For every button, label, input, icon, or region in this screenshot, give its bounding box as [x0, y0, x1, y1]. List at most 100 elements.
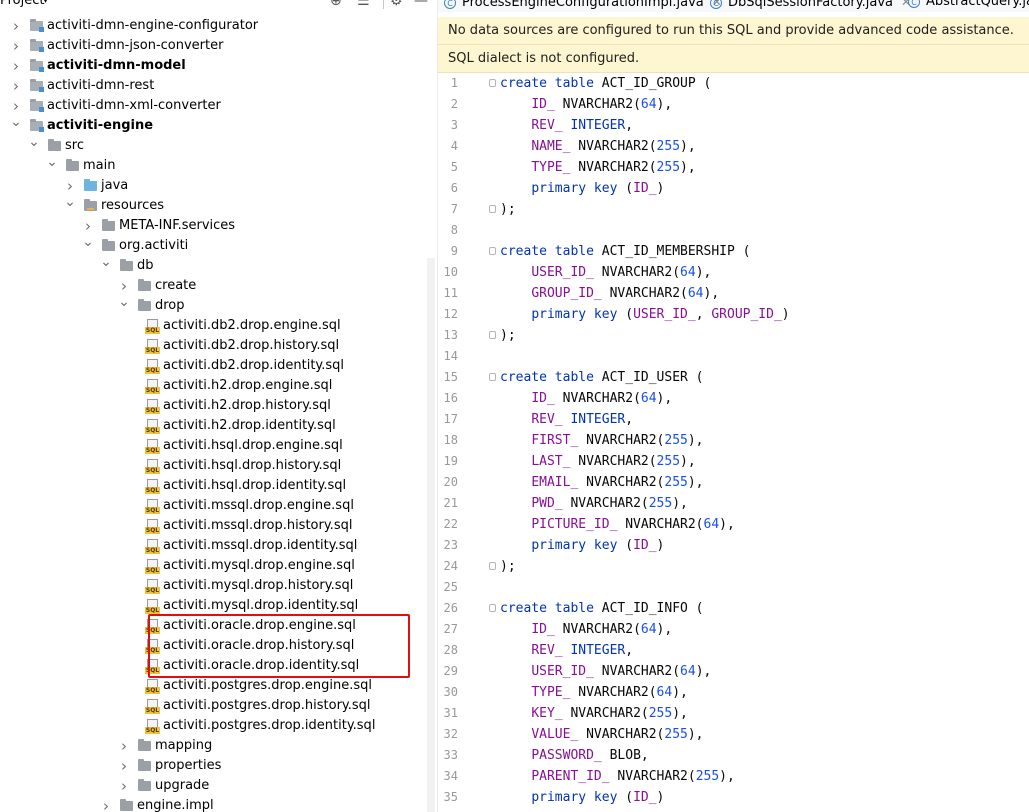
sql-keyword: primary key	[531, 307, 618, 322]
chevron-down-icon[interactable]: ⌄	[118, 295, 130, 316]
tree-folder-item[interactable]: ⌄ org.activiti	[0, 235, 436, 256]
tree-folder-item[interactable]: › engine.impl	[0, 796, 436, 812]
tree-item-label: activiti.postgres.drop.engine.sql	[163, 678, 373, 693]
tree-item-label: create	[155, 278, 197, 293]
tree-file-item[interactable]: SQL activiti.postgres.drop.history.sql	[0, 696, 436, 716]
tree-file-item[interactable]: SQL activiti.mysql.drop.history.sql	[0, 576, 436, 596]
sql-file-icon: SQL	[145, 399, 160, 414]
code-line: 25	[438, 577, 1029, 598]
tree-folder-item[interactable]: ⌄ resources	[0, 195, 436, 216]
code-text: USER_ID_ NVARCHAR2(64),	[500, 661, 711, 682]
tree-folder-item[interactable]: ⌄ drop	[0, 295, 436, 316]
sql-keyword: INTEGER	[570, 412, 626, 427]
tree-folder-item[interactable]: › activiti-dmn-json-converter	[0, 36, 436, 56]
fold-marker-icon[interactable]	[489, 373, 496, 381]
number-literal: 255	[656, 139, 681, 154]
collapse-all-icon[interactable]: ☰	[357, 0, 370, 11]
tree-folder-item[interactable]: › mapping	[0, 736, 436, 756]
fold-marker-icon[interactable]	[489, 604, 496, 612]
tab-abstract-query[interactable]: C AbstractQuery.java	[908, 0, 1029, 12]
tree-file-item[interactable]: SQL activiti.h2.drop.history.sql	[0, 396, 436, 416]
tree-folder-item[interactable]: ⌄ db	[0, 255, 436, 276]
fold-marker-icon[interactable]	[489, 205, 496, 213]
tab-process-engine-configuration[interactable]: C ProcessEngineConfigurationImpl.java ✕	[444, 0, 722, 12]
tree-folder-item[interactable]: › java	[0, 176, 436, 196]
folder-icon	[84, 199, 97, 211]
target-icon[interactable]: ⊕	[330, 0, 342, 11]
sql-file-icon: SQL	[145, 519, 160, 534]
chevron-right-icon[interactable]: ›	[64, 176, 76, 196]
tree-folder-item[interactable]: › properties	[0, 756, 436, 776]
code-token: ),	[672, 706, 688, 721]
tree-file-item[interactable]: SQL activiti.mssql.drop.engine.sql	[0, 496, 436, 516]
tree-folder-item[interactable]: › activiti-dmn-model	[0, 56, 436, 76]
tree-file-item[interactable]: SQL activiti.hsql.drop.history.sql	[0, 456, 436, 476]
fold-marker-icon[interactable]	[489, 79, 496, 87]
tree-folder-item[interactable]: › upgrade	[0, 776, 436, 796]
tree-file-item[interactable]: SQL activiti.postgres.drop.identity.sql	[0, 716, 436, 736]
chevron-right-icon[interactable]: ›	[118, 276, 130, 296]
chevron-right-icon[interactable]: ›	[10, 36, 22, 56]
chevron-right-icon[interactable]: ›	[10, 16, 22, 36]
fold-marker-icon[interactable]	[489, 331, 496, 339]
tree-file-item[interactable]: SQL activiti.postgres.drop.engine.sql	[0, 676, 436, 696]
tree-file-item[interactable]: SQL activiti.mysql.drop.engine.sql	[0, 556, 436, 576]
tree-file-item[interactable]: SQL activiti.hsql.drop.identity.sql	[0, 476, 436, 496]
code-token: NVARCHAR2(	[570, 685, 657, 700]
folder-icon	[120, 259, 133, 271]
chevron-right-icon[interactable]: ›	[118, 776, 130, 796]
tab-label: DbSqlSessionFactory.java	[728, 0, 893, 10]
chevron-down-icon[interactable]: ▾	[43, 0, 48, 11]
line-number: 30	[443, 685, 458, 699]
folder-icon	[120, 799, 133, 811]
chevron-right-icon[interactable]: ›	[82, 216, 94, 236]
chevron-right-icon[interactable]: ›	[10, 96, 22, 116]
tree-folder-item[interactable]: ⌄ main	[0, 155, 436, 176]
number-literal: 255	[695, 769, 720, 784]
tree-folder-item[interactable]: › activiti-dmn-xml-converter	[0, 96, 436, 116]
tree-file-item[interactable]: SQL activiti.mssql.drop.identity.sql	[0, 536, 436, 556]
tree-file-item[interactable]: SQL activiti.mssql.drop.history.sql	[0, 516, 436, 536]
tree-folder-item[interactable]: › activiti-dmn-rest	[0, 76, 436, 96]
chevron-down-icon[interactable]: ⌄	[100, 255, 112, 276]
chevron-right-icon[interactable]: ›	[10, 56, 22, 76]
tree-file-item[interactable]: SQL activiti.db2.drop.identity.sql	[0, 356, 436, 376]
fold-marker-icon[interactable]	[489, 562, 496, 570]
tab-db-sql-session-factory[interactable]: C DbSqlSessionFactory.java ✕	[710, 0, 911, 12]
code-text: PASSWORD_ BLOB,	[500, 745, 648, 766]
chevron-down-icon[interactable]: ⌄	[82, 235, 94, 256]
chevron-right-icon[interactable]: ›	[100, 796, 112, 812]
chevron-down-icon[interactable]: ⌄	[64, 195, 76, 216]
tree-folder-item[interactable]: › activiti-dmn-engine-configurator	[0, 16, 436, 36]
chevron-right-icon[interactable]: ›	[10, 76, 22, 96]
tree-scrollbar[interactable]	[427, 258, 435, 812]
chevron-right-icon[interactable]: ›	[118, 736, 130, 756]
chevron-down-icon[interactable]: ⌄	[28, 135, 40, 156]
code-area[interactable]: 1 create table ACT_ID_GROUP (2 ID_ NVARCH…	[438, 73, 1029, 812]
line-number: 23	[443, 538, 458, 552]
tree-file-item[interactable]: SQL activiti.db2.drop.history.sql	[0, 336, 436, 356]
chevron-down-icon[interactable]: ⌄	[10, 115, 22, 136]
code-token: ),	[672, 685, 688, 700]
tree-file-item[interactable]: SQL activiti.h2.drop.engine.sql	[0, 376, 436, 396]
tree-folder-item[interactable]: › create	[0, 276, 436, 296]
tree-file-item[interactable]: SQL activiti.hsql.drop.engine.sql	[0, 436, 436, 456]
chevron-down-icon[interactable]: ⌄	[46, 155, 58, 176]
sql-keyword: primary key	[531, 790, 618, 805]
tree-folder-item[interactable]: ⌄ activiti-engine	[0, 115, 436, 136]
tree-file-item[interactable]: SQL activiti.h2.drop.identity.sql	[0, 416, 436, 436]
code-line: 19 LAST_ NVARCHAR2(255),	[438, 451, 1029, 472]
tree-file-item[interactable]: SQL activiti.mysql.drop.identity.sql	[0, 596, 436, 616]
tree-folder-item[interactable]: › META-INF.services	[0, 216, 436, 236]
project-view-selector[interactable]: Project	[0, 0, 44, 11]
code-token: NVARCHAR2(	[554, 97, 641, 112]
fold-marker-icon[interactable]	[489, 247, 496, 255]
code-token: NVARCHAR2(	[554, 622, 641, 637]
chevron-right-icon[interactable]: ›	[118, 756, 130, 776]
minimize-icon[interactable]: —	[414, 0, 428, 11]
tree-file-item[interactable]: SQL activiti.db2.drop.engine.sql	[0, 316, 436, 336]
line-number: 16	[443, 391, 458, 405]
gear-icon[interactable]: ⚙	[390, 0, 403, 11]
tree-folder-item[interactable]: ⌄ src	[0, 135, 436, 156]
